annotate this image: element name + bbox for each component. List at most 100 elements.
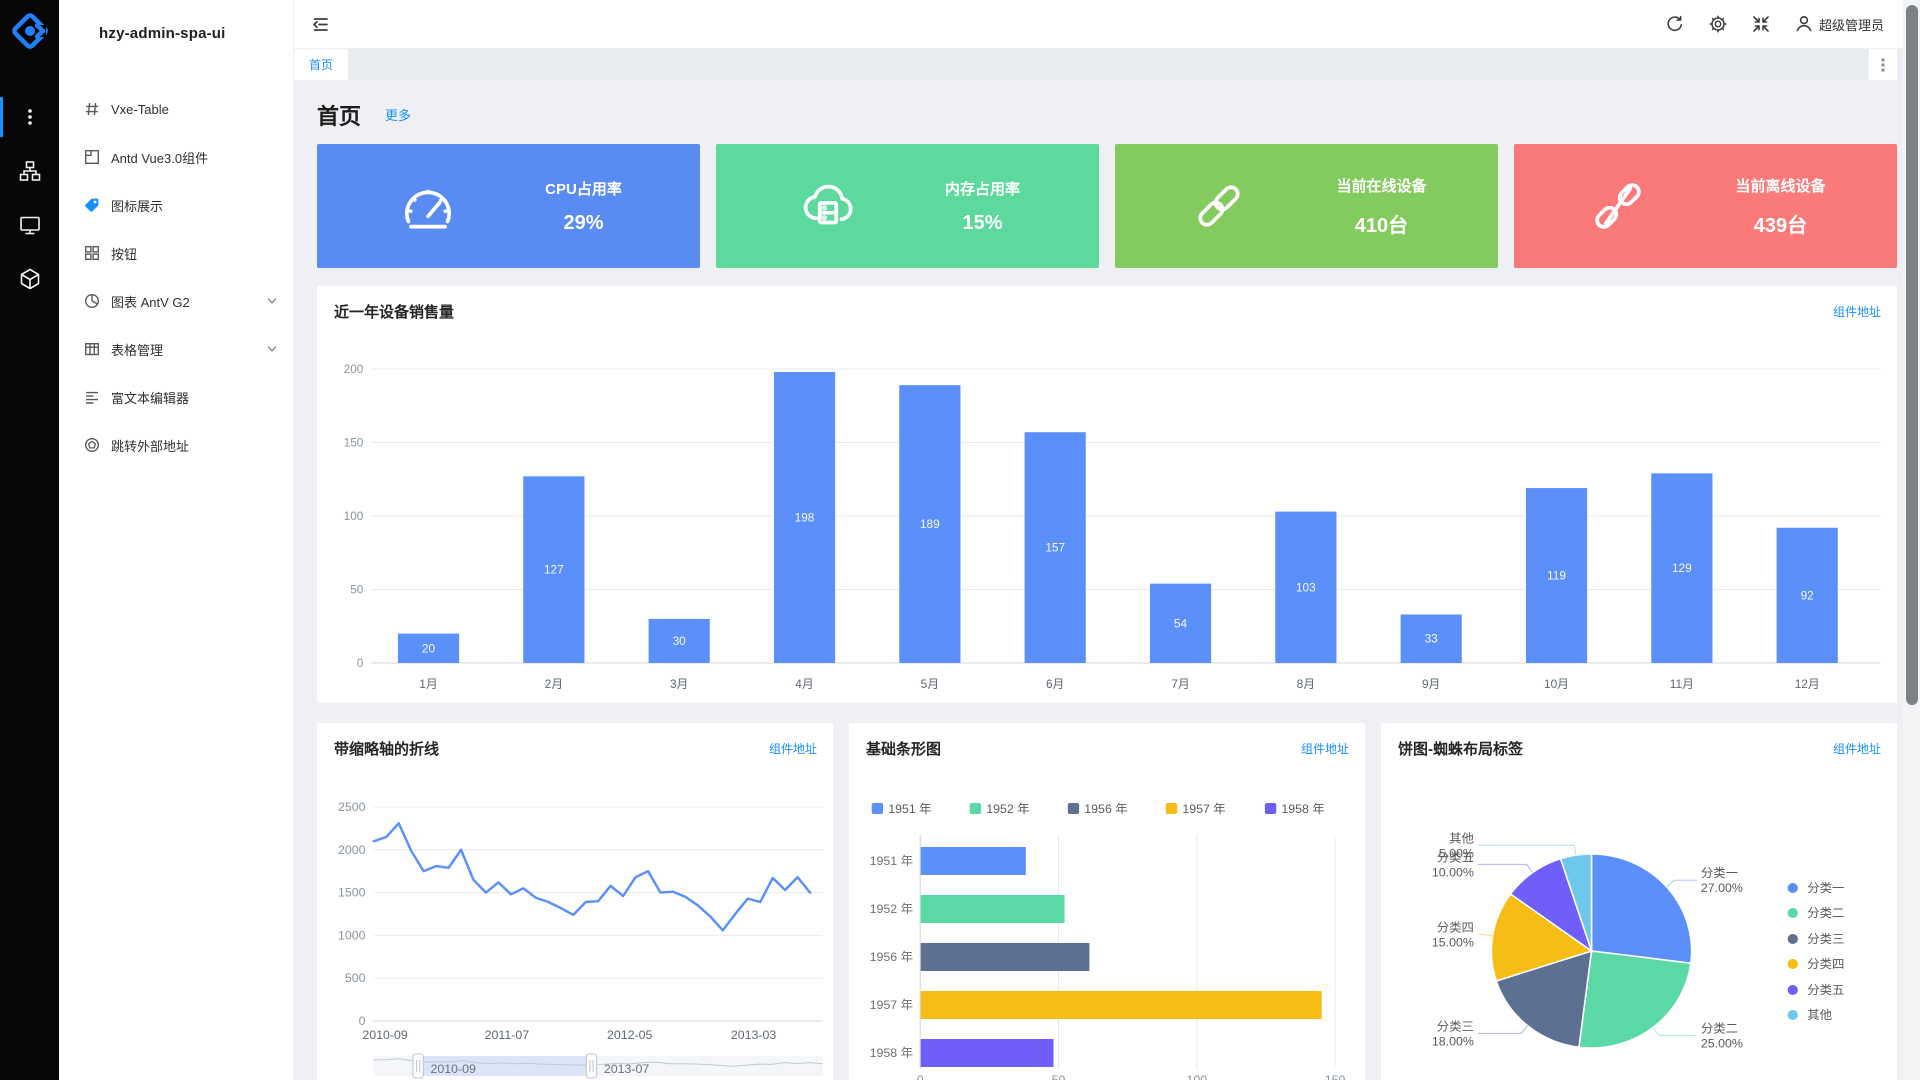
- menu-fold-icon[interactable]: [311, 15, 330, 34]
- svg-text:33: 33: [1425, 632, 1439, 646]
- svg-text:2011-07: 2011-07: [485, 1028, 530, 1042]
- hbar-bar-3: [921, 991, 1322, 1019]
- svg-text:其他: 其他: [1449, 831, 1474, 845]
- rail-item-cube[interactable]: [0, 252, 59, 306]
- svg-text:18.00%: 18.00%: [1432, 1035, 1474, 1049]
- app-logo[interactable]: [0, 0, 59, 62]
- pie-legend-dot-0: [1788, 883, 1798, 893]
- svg-text:189: 189: [920, 517, 940, 531]
- svg-text:1000: 1000: [338, 929, 366, 943]
- svg-text:分类一: 分类一: [1701, 866, 1738, 880]
- pie-icon: [84, 293, 100, 309]
- zoomline-chart-title: 带缩略轴的折线: [334, 738, 439, 759]
- gear-icon[interactable]: [1709, 15, 1727, 33]
- datazoom-handle-start: [413, 1054, 423, 1078]
- svg-text:2013-03: 2013-03: [731, 1028, 777, 1042]
- hash-icon: [84, 101, 100, 117]
- pie-chart: 分类一27.00%分类二25.00%分类三18.00%分类四15.00%分类五1…: [1381, 723, 1897, 1080]
- tab-more-button[interactable]: [1869, 49, 1897, 80]
- svg-text:4月: 4月: [795, 677, 813, 691]
- page-header: 首页 更多: [317, 80, 1897, 134]
- sidebar-item-label: 按钮: [111, 244, 277, 263]
- svg-text:27.00%: 27.00%: [1701, 881, 1743, 895]
- svg-text:1957 年: 1957 年: [1182, 802, 1225, 816]
- gold-icon: [84, 437, 100, 453]
- svg-text:分类四: 分类四: [1437, 920, 1474, 934]
- pie-legend-dot-5: [1788, 1010, 1798, 1020]
- svg-text:100: 100: [344, 509, 364, 523]
- sidebar-item-3[interactable]: 按钮: [59, 229, 293, 277]
- svg-text:119: 119: [1547, 568, 1566, 582]
- pie-label-line-4: [1478, 864, 1533, 872]
- legend-swatch-2: [1068, 803, 1079, 814]
- sidebar-item-4[interactable]: 图表 AntV G2: [59, 277, 293, 325]
- svg-text:198: 198: [795, 510, 815, 524]
- layout-icon: [84, 149, 100, 165]
- pie-label-line-3: [1478, 934, 1493, 936]
- sidebar-item-label: 图表 AntV G2: [111, 292, 267, 311]
- svg-text:50: 50: [1052, 1073, 1066, 1080]
- svg-text:2000: 2000: [338, 843, 366, 857]
- pie-chart-link[interactable]: 组件地址: [1833, 740, 1881, 757]
- compress-icon[interactable]: [1752, 15, 1770, 33]
- svg-text:分类一: 分类一: [1807, 881, 1844, 895]
- more-link[interactable]: 更多: [385, 105, 411, 124]
- sales-chart-card: 近一年设备销售量 组件地址 050100150200201月1272月303月1…: [317, 286, 1897, 703]
- rail-item-monitor[interactable]: [0, 198, 59, 252]
- svg-text:1958 年: 1958 年: [870, 1046, 913, 1060]
- svg-text:103: 103: [1296, 580, 1316, 594]
- sidebar-item-7[interactable]: 跳转外部地址: [59, 421, 293, 469]
- refresh-icon[interactable]: [1666, 15, 1684, 33]
- svg-text:1956 年: 1956 年: [1084, 802, 1127, 816]
- sidebar-item-6[interactable]: 富文本编辑器: [59, 373, 293, 421]
- sales-chart-link[interactable]: 组件地址: [1833, 303, 1881, 320]
- sidebar-item-0[interactable]: Vxe-Table: [59, 85, 293, 133]
- svg-text:12月: 12月: [1795, 677, 1820, 691]
- sales-chart-title: 近一年设备销售量: [334, 301, 454, 322]
- svg-text:9月: 9月: [1422, 677, 1440, 691]
- hbar-bar-1: [921, 895, 1065, 923]
- zoomline-chart-link[interactable]: 组件地址: [769, 740, 817, 757]
- rail-item-sitemap[interactable]: [0, 144, 59, 198]
- svg-text:2010-09: 2010-09: [362, 1028, 408, 1042]
- sidebar-item-5[interactable]: 表格管理: [59, 325, 293, 373]
- datazoom-handle-end: [586, 1054, 596, 1078]
- pie-label-line-1: [1653, 1028, 1697, 1036]
- list-icon: [84, 389, 100, 405]
- scrollbar-thumb[interactable]: [1906, 5, 1918, 705]
- svg-text:157: 157: [1045, 541, 1065, 555]
- svg-text:50: 50: [350, 582, 364, 596]
- svg-text:15.00%: 15.00%: [1432, 935, 1474, 949]
- scrollbar-track[interactable]: [1903, 0, 1920, 1080]
- sidebar-menu: Vxe-TableAntd Vue3.0组件图标展示按钮图表 AntV G2 表格…: [59, 66, 293, 469]
- sidebar-item-2[interactable]: 图标展示: [59, 181, 293, 229]
- svg-text:200: 200: [344, 362, 364, 376]
- svg-text:1951 年: 1951 年: [870, 854, 913, 868]
- chevron-down-icon: [267, 344, 277, 354]
- sidebar-item-1[interactable]: Antd Vue3.0组件: [59, 133, 293, 181]
- pie-label-line-2: [1478, 1026, 1528, 1034]
- sidebar-item-label: 跳转外部地址: [111, 436, 277, 455]
- sidebar-item-label: 表格管理: [111, 340, 267, 359]
- stat-card-2: 当前在线设备410台: [1115, 144, 1498, 268]
- svg-text:1月: 1月: [419, 677, 437, 691]
- tab-home[interactable]: 首页: [294, 49, 348, 80]
- rail-item-dots[interactable]: [0, 90, 59, 144]
- dots-vertical-icon: [19, 106, 41, 128]
- pie-legend-dot-4: [1788, 985, 1798, 995]
- hbar-chart-link[interactable]: 组件地址: [1301, 740, 1349, 757]
- svg-text:分类二: 分类二: [1807, 906, 1844, 920]
- svg-text:100: 100: [1186, 1073, 1207, 1080]
- stat-title: 内存占用率: [945, 178, 1020, 199]
- sales-bar-chart: 050100150200201月1272月303月1984月1895月1576月…: [317, 286, 1897, 703]
- link-icon: [1186, 173, 1252, 239]
- svg-text:30: 30: [673, 634, 687, 648]
- user-menu[interactable]: 超级管理员: [1795, 15, 1884, 34]
- svg-text:0: 0: [359, 1014, 366, 1028]
- cloud-server-icon: [795, 173, 861, 239]
- svg-text:25.00%: 25.00%: [1701, 1037, 1743, 1051]
- stat-value: 15%: [945, 212, 1020, 235]
- svg-text:2012-05: 2012-05: [607, 1028, 653, 1042]
- svg-text:0: 0: [357, 656, 364, 670]
- svg-text:1958 年: 1958 年: [1281, 802, 1324, 816]
